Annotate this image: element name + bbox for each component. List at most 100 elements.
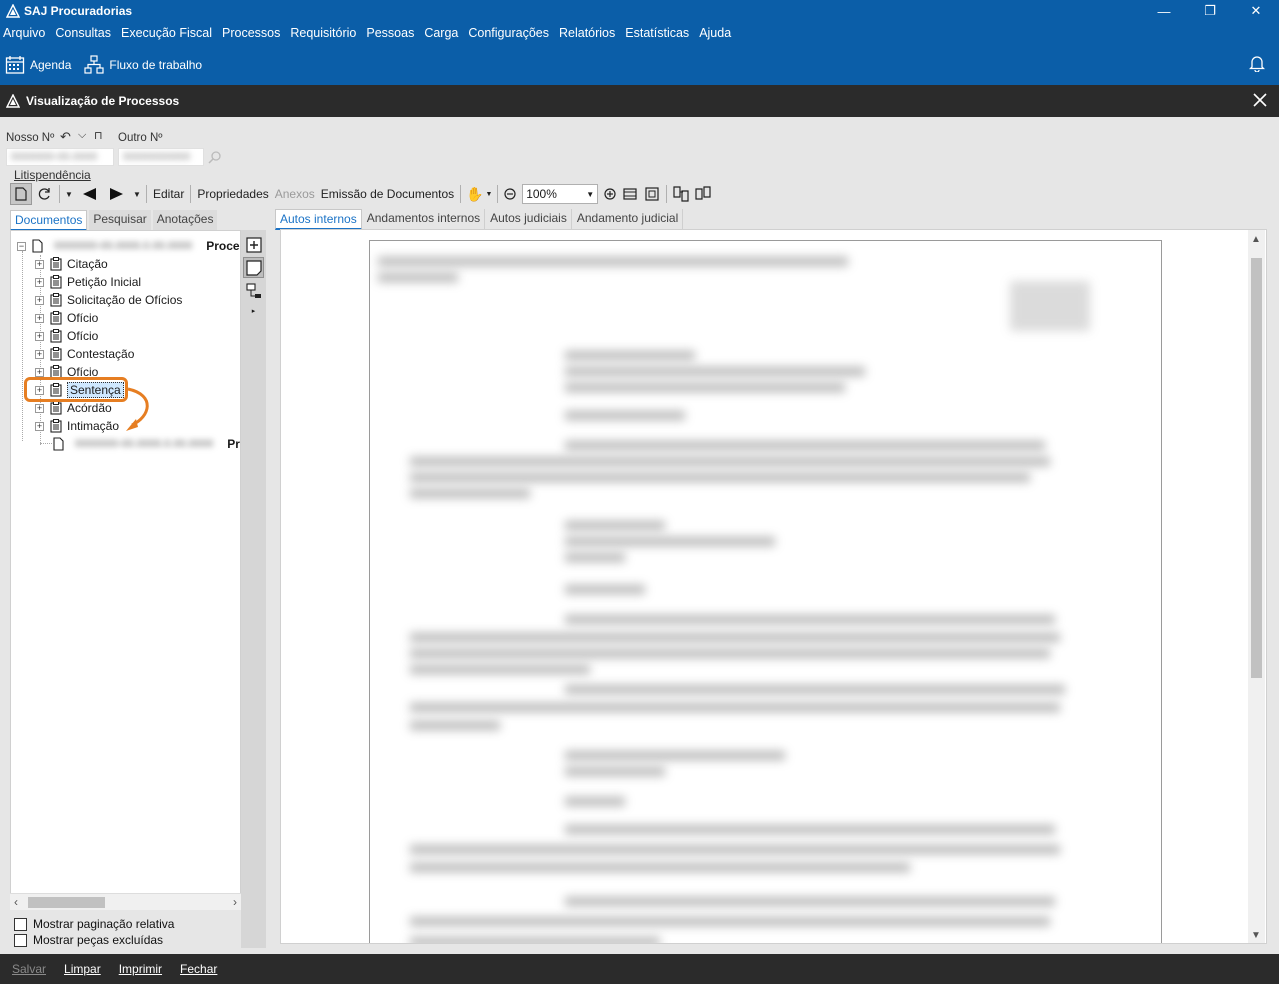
- collapse-icon[interactable]: −: [17, 241, 26, 251]
- bookmark-icon[interactable]: ⊓: [94, 129, 103, 142]
- fit-page-button[interactable]: [641, 183, 663, 205]
- propriedades-button[interactable]: Propriedades: [194, 183, 271, 205]
- scroll-thumb[interactable]: [1251, 258, 1262, 678]
- tab-anotacoes[interactable]: Anotações: [152, 210, 218, 231]
- tree-root[interactable]: − 0000000-00.0000.0.00.0000 Process: [17, 237, 240, 255]
- tree-item[interactable]: + Ofício: [35, 309, 98, 327]
- scroll-thumb[interactable]: [28, 897, 105, 908]
- expand-icon[interactable]: +: [35, 331, 44, 341]
- tab-autos-internos[interactable]: Autos internos: [275, 209, 362, 230]
- menu-ajuda[interactable]: Ajuda: [699, 26, 731, 40]
- expand-icon[interactable]: +: [35, 277, 44, 287]
- viewer-vertical-scrollbar[interactable]: ▲ ▼: [1248, 230, 1265, 943]
- separator: [59, 185, 60, 203]
- tree-item[interactable]: + Ofício: [35, 327, 98, 345]
- add-document-icon: [245, 236, 262, 253]
- blurred-text-line: [565, 367, 865, 376]
- fechar-button[interactable]: Fechar: [180, 962, 217, 976]
- chevron-down-icon[interactable]: ▼: [63, 183, 75, 205]
- tree-item[interactable]: + Solicitação de Ofícios: [35, 291, 182, 309]
- tab-andamentos-internos[interactable]: Andamentos internos: [363, 209, 486, 230]
- search-icon[interactable]: [208, 150, 222, 164]
- refresh-button[interactable]: [32, 183, 56, 205]
- expand-icon[interactable]: +: [35, 349, 44, 359]
- arrow-right-icon: [110, 188, 123, 200]
- blurred-text-line: [410, 917, 1050, 926]
- mostrar-pecas-checkbox[interactable]: Mostrar peças excluídas: [14, 933, 163, 947]
- chevron-right-icon[interactable]: ▸: [243, 300, 264, 321]
- zoom-select[interactable]: 100% ▼: [522, 184, 599, 204]
- blurred-text-line: [410, 473, 1030, 482]
- agenda-button[interactable]: Agenda: [5, 55, 71, 75]
- chevron-up-icon[interactable]: ▲: [1251, 234, 1261, 245]
- fluxo-trabalho-button[interactable]: Fluxo de trabalho: [84, 54, 202, 75]
- chevron-right-icon[interactable]: ›: [233, 895, 237, 909]
- emissao-documentos-button[interactable]: Emissão de Documentos: [318, 183, 457, 205]
- expand-icon[interactable]: +: [35, 259, 44, 269]
- document-viewer[interactable]: ▲ ▼: [280, 229, 1267, 944]
- document-view-button[interactable]: [10, 183, 32, 205]
- chevron-left-icon[interactable]: ‹: [14, 895, 18, 909]
- litispendencia-link[interactable]: Litispendência: [14, 168, 91, 182]
- split-document-button[interactable]: [670, 183, 692, 205]
- tree-item[interactable]: + Citação: [35, 255, 108, 273]
- menu-execucao-fiscal[interactable]: Execução Fiscal: [121, 26, 212, 40]
- tab-autos-judiciais[interactable]: Autos judiciais: [486, 209, 572, 230]
- menu-processos[interactable]: Processos: [222, 26, 280, 40]
- menu-arquivo[interactable]: Arquivo: [3, 26, 45, 40]
- nosso-numero-field[interactable]: 0000000-00.0000: [6, 148, 114, 166]
- expand-icon[interactable]: +: [35, 367, 44, 377]
- bell-icon[interactable]: [1249, 54, 1265, 72]
- note-button[interactable]: [243, 257, 264, 278]
- next-button[interactable]: [103, 183, 131, 205]
- expand-icon[interactable]: +: [35, 403, 44, 413]
- hand-tool-button[interactable]: ✋ ▼: [464, 183, 494, 205]
- expand-icon[interactable]: +: [35, 421, 44, 431]
- mostrar-paginacao-checkbox[interactable]: Mostrar paginação relativa: [14, 917, 174, 931]
- menu-relatorios[interactable]: Relatórios: [559, 26, 615, 40]
- tab-pesquisar[interactable]: Pesquisar: [89, 210, 151, 231]
- blurred-text-line: [565, 751, 785, 760]
- tree-item[interactable]: + Contestação: [35, 345, 134, 363]
- minimize-button[interactable]: —: [1141, 0, 1187, 22]
- fit-width-button[interactable]: [619, 183, 641, 205]
- salvar-button[interactable]: Salvar: [12, 962, 46, 976]
- checkbox-box[interactable]: [14, 917, 27, 931]
- tab-andamento-judicial[interactable]: Andamento judicial: [573, 209, 684, 230]
- close-window-button[interactable]: ✕: [1233, 0, 1279, 22]
- menu-estatisticas[interactable]: Estatísticas: [625, 26, 689, 40]
- expand-icon[interactable]: +: [35, 295, 44, 305]
- outro-numero-field[interactable]: 00000000000: [118, 148, 204, 166]
- expand-icon[interactable]: +: [35, 313, 44, 323]
- merge-document-button[interactable]: [692, 183, 714, 205]
- menu-pessoas[interactable]: Pessoas: [366, 26, 414, 40]
- undo-icon[interactable]: ↶: [60, 129, 71, 145]
- blurred-text-line: [565, 351, 695, 360]
- imprimir-button[interactable]: Imprimir: [119, 962, 162, 976]
- blurred-text-line: [565, 537, 775, 546]
- anexos-button[interactable]: Anexos: [272, 183, 318, 205]
- zoom-in-button[interactable]: [601, 183, 619, 205]
- maximize-button[interactable]: ❐: [1187, 0, 1233, 22]
- previous-button[interactable]: [75, 183, 103, 205]
- close-icon[interactable]: [1253, 93, 1267, 107]
- menu-consultas[interactable]: Consultas: [55, 26, 111, 40]
- chevron-down-icon[interactable]: ▼: [1251, 930, 1261, 941]
- tree-item[interactable]: + Petição Inicial: [35, 273, 141, 291]
- checkbox-box[interactable]: [14, 933, 27, 947]
- add-document-button[interactable]: [243, 234, 264, 255]
- limpar-button[interactable]: Limpar: [64, 962, 101, 976]
- editar-button[interactable]: Editar: [150, 183, 187, 205]
- zoom-out-button[interactable]: [501, 183, 519, 205]
- app-title-bar: SAJ Procuradorias — ❐ ✕: [0, 0, 1279, 22]
- menu-carga[interactable]: Carga: [424, 26, 458, 40]
- menu-configuracoes[interactable]: Configurações: [468, 26, 549, 40]
- tab-documentos[interactable]: Documentos: [10, 210, 88, 231]
- left-tabs: Documentos Pesquisar Anotações: [10, 210, 219, 231]
- blurred-text-line: [410, 937, 660, 943]
- chevron-down-icon[interactable]: ▼: [131, 183, 143, 205]
- menu-requisitorio[interactable]: Requisitório: [290, 26, 356, 40]
- chevron-down-icon[interactable]: ⌵: [78, 129, 86, 142]
- tree-horizontal-scrollbar[interactable]: ‹ ›: [10, 893, 241, 910]
- tree-structure-button[interactable]: [243, 280, 264, 301]
